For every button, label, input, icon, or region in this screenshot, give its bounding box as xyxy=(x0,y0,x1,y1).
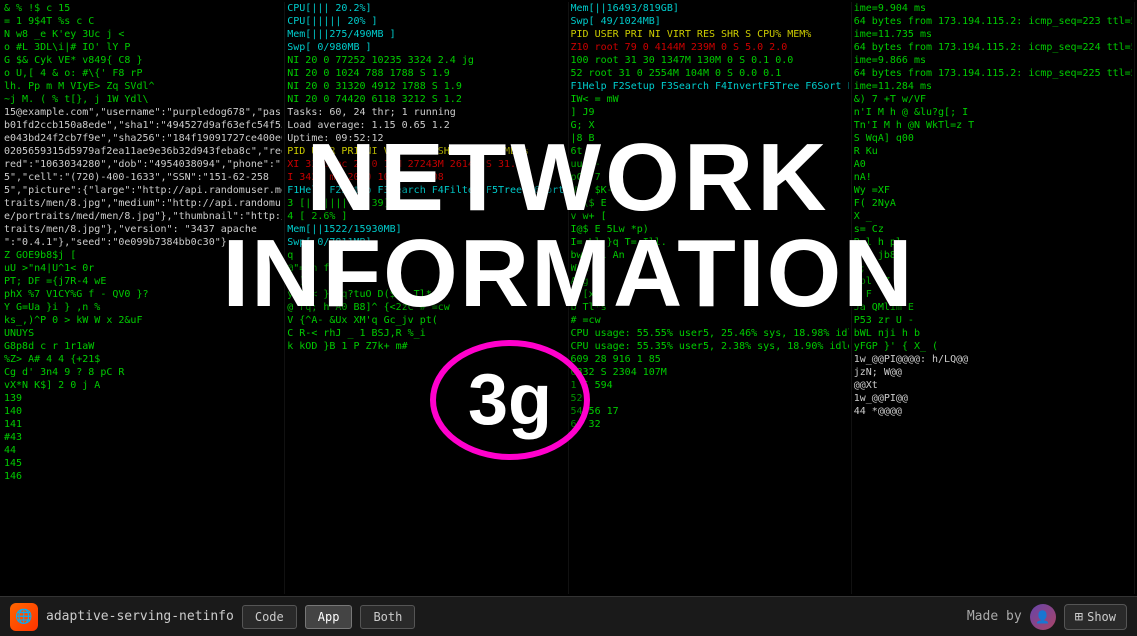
tab-both[interactable]: Both xyxy=(360,605,415,629)
show-icon: ⊞ xyxy=(1075,609,1083,625)
avatar-icon: 👤 xyxy=(1035,610,1050,624)
show-label: Show xyxy=(1087,610,1116,624)
app-icon: 🌐 xyxy=(10,603,38,631)
avatar: 👤 xyxy=(1030,604,1056,630)
network-type-text: 3g xyxy=(468,359,552,441)
made-by-label: Made by xyxy=(967,609,1022,624)
terminal-col-1: & % !$ c 15 = 1 9$4T %s c C N w8 _e K'ey… xyxy=(2,2,285,594)
tab-app[interactable]: App xyxy=(305,605,353,629)
bottom-bar: 🌐 adaptive-serving-netinfo Code App Both… xyxy=(0,596,1137,636)
bottom-left: 🌐 adaptive-serving-netinfo Code App Both xyxy=(10,603,415,631)
network-type-badge: 3g xyxy=(430,340,590,460)
app-name: adaptive-serving-netinfo xyxy=(46,609,234,624)
bottom-right: Made by 👤 ⊞ Show xyxy=(967,604,1127,630)
terminal-background: & % !$ c 15 = 1 9$4T %s c C N w8 _e K'ey… xyxy=(0,0,1137,596)
terminal-col-2: CPU[||| 20.2%] CPU[||||| 20% ] Mem[|||27… xyxy=(285,2,568,594)
show-button[interactable]: ⊞ Show xyxy=(1064,604,1127,630)
terminal-col-4: ime=9.904 ms 64 bytes from 173.194.115.2… xyxy=(852,2,1135,594)
tab-code[interactable]: Code xyxy=(242,605,297,629)
app-icon-glyph: 🌐 xyxy=(15,609,32,625)
terminal-col-3: Mem[||16493/819GB] Swp[ 49/1024MB] PID U… xyxy=(569,2,852,594)
